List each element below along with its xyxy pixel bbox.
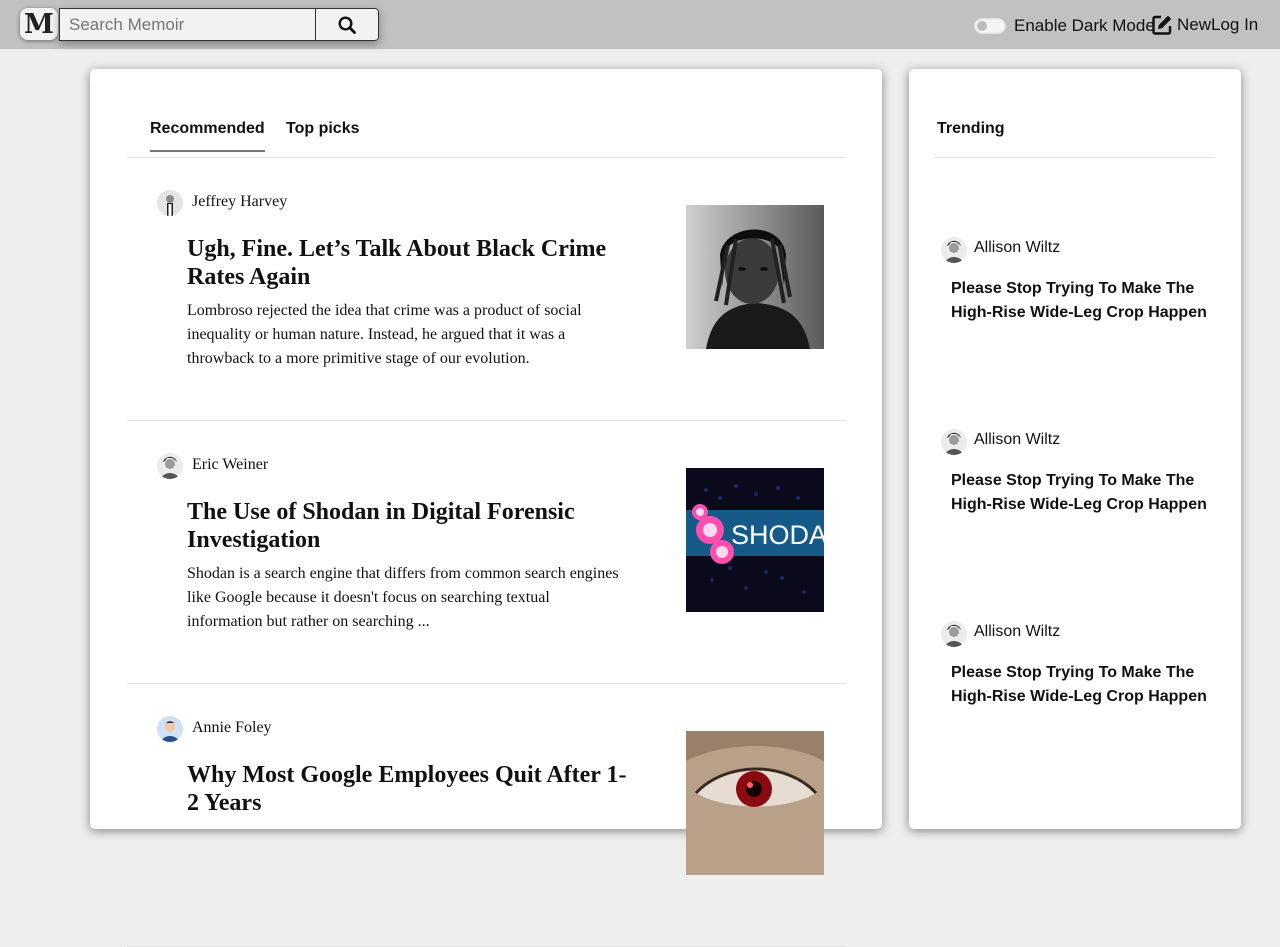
search-input[interactable] xyxy=(59,8,315,41)
search-icon xyxy=(338,15,356,34)
article-thumbnail[interactable]: SHODAN xyxy=(686,468,824,612)
article-item: Eric Weiner The Use of Shodan in Digital… xyxy=(127,421,846,684)
dark-mode-control: Enable Dark Mode xyxy=(974,15,1155,37)
avatar[interactable] xyxy=(941,429,967,455)
article-title[interactable]: Why Most Google Employees Quit After 1-2… xyxy=(187,761,627,817)
logo[interactable]: M xyxy=(20,8,58,40)
avatar[interactable] xyxy=(941,237,967,263)
article-excerpt: Shodan is a search engine that differs f… xyxy=(187,565,619,630)
article-item: Jeffrey Harvey Ugh, Fine. Let’s Talk Abo… xyxy=(127,158,846,421)
author-name[interactable]: Jeffrey Harvey xyxy=(192,193,287,211)
login-link[interactable]: Log In xyxy=(1211,14,1258,36)
trending-title[interactable]: Please Stop Trying To Make The High-Rise… xyxy=(951,469,1211,517)
new-post-link[interactable]: New xyxy=(1151,14,1211,36)
tab-recommended[interactable]: Recommended xyxy=(150,120,265,152)
trending-title[interactable]: Please Stop Trying To Make The High-Rise… xyxy=(951,661,1211,709)
trending-heading: Trending xyxy=(937,120,1005,137)
trending-card: Trending Allison Wiltz Please Stop Tryin… xyxy=(909,69,1241,829)
article-thumbnail[interactable] xyxy=(686,731,824,875)
avatar[interactable] xyxy=(157,190,183,216)
tab-top-picks[interactable]: Top picks xyxy=(286,120,360,150)
avatar[interactable] xyxy=(157,716,183,742)
dark-mode-label: Enable Dark Mode xyxy=(1014,16,1155,35)
trending-divider xyxy=(934,157,1215,158)
article-excerpt: Lombroso rejected the idea that crime wa… xyxy=(187,302,582,367)
article-title[interactable]: Ugh, Fine. Let’s Talk About Black Crime … xyxy=(187,235,627,291)
trending-title[interactable]: Please Stop Trying To Make The High-Rise… xyxy=(951,277,1211,325)
thumbnail-text: SHODAN xyxy=(731,520,824,550)
edit-icon xyxy=(1152,15,1172,35)
author-name[interactable]: Allison Wiltz xyxy=(974,623,1060,641)
toggle-knob xyxy=(977,21,987,31)
author-name[interactable]: Allison Wiltz xyxy=(974,239,1060,257)
article-item: Annie Foley Why Most Google Employees Qu… xyxy=(127,684,846,947)
avatar[interactable] xyxy=(941,621,967,647)
avatar[interactable] xyxy=(157,453,183,479)
search-button[interactable] xyxy=(315,8,379,41)
top-bar: M Enable Dark Mode New Log In xyxy=(0,0,1280,49)
author-name[interactable]: Annie Foley xyxy=(192,719,272,737)
author-name[interactable]: Allison Wiltz xyxy=(974,431,1060,449)
feed-card: Recommended Top picks Jeffrey Harvey Ugh… xyxy=(90,69,882,947)
author-name[interactable]: Eric Weiner xyxy=(192,456,268,474)
search-bar xyxy=(59,8,379,41)
dark-mode-toggle[interactable] xyxy=(974,18,1006,34)
article-thumbnail[interactable] xyxy=(686,205,824,349)
article-title[interactable]: The Use of Shodan in Digital Forensic In… xyxy=(187,498,627,554)
new-label: New xyxy=(1177,15,1212,34)
